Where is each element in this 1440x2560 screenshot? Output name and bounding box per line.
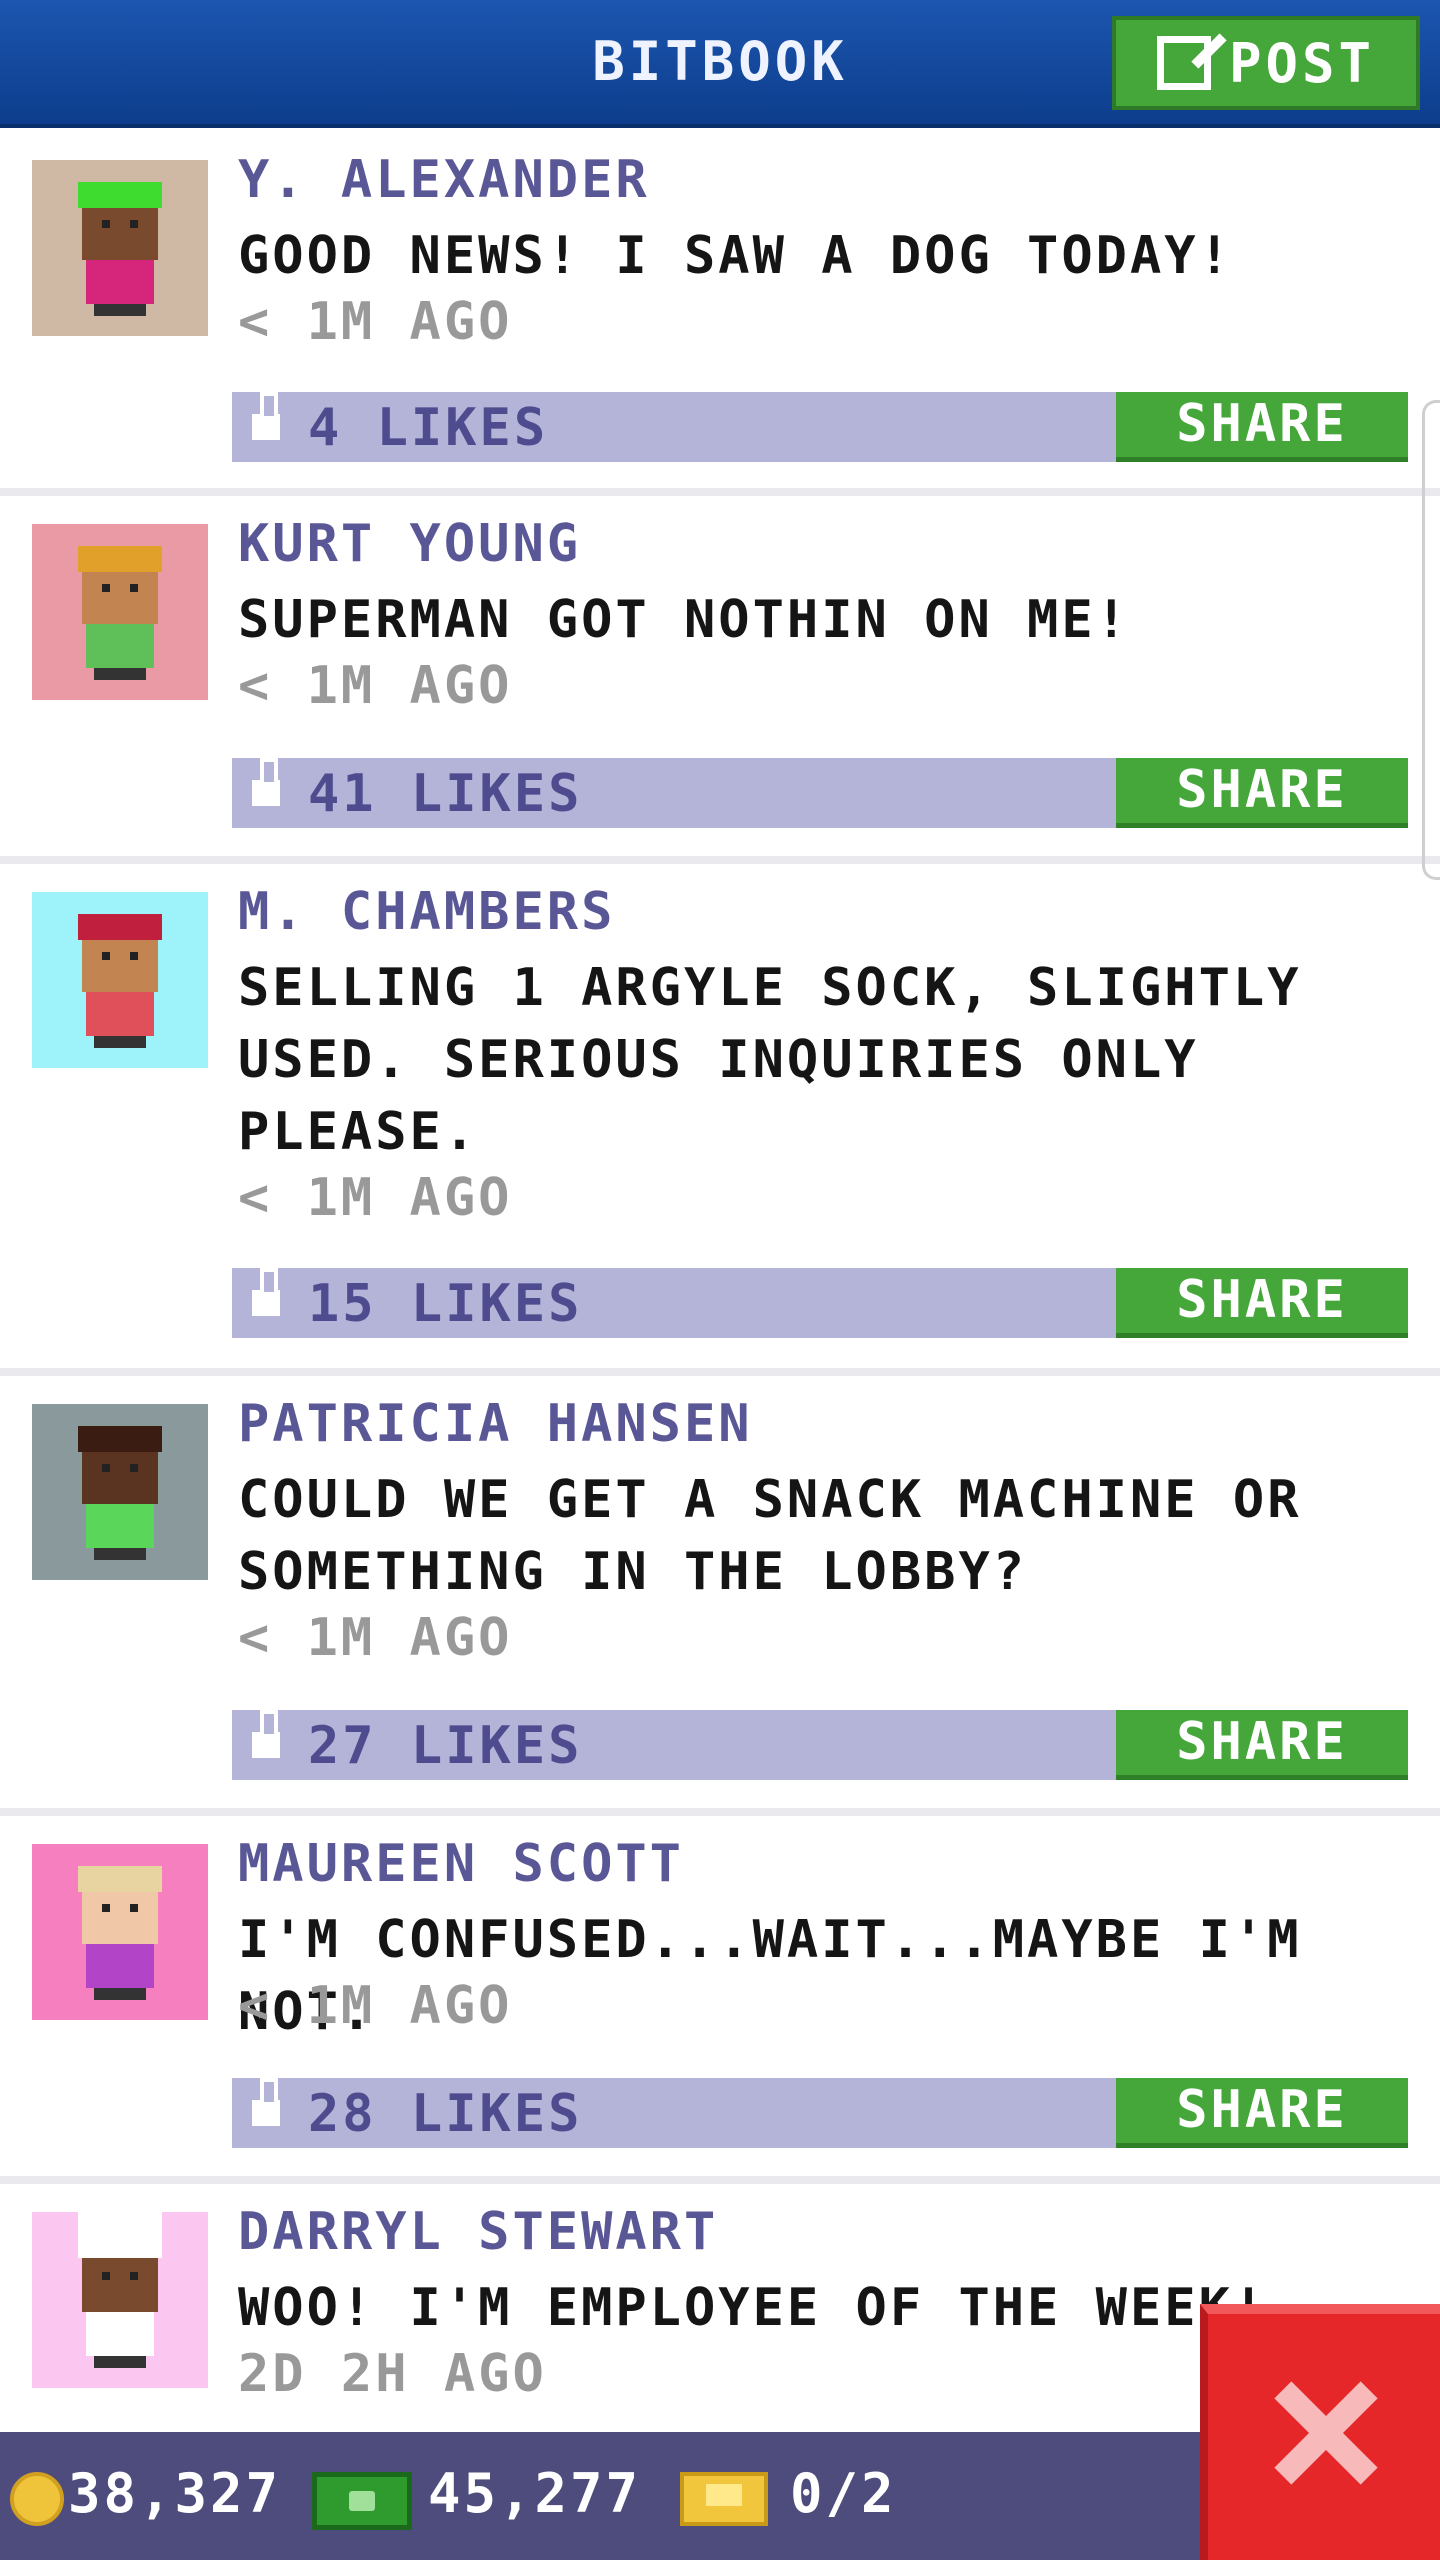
likes-bar[interactable]: 28 LIKES SHARE — [232, 2078, 1408, 2148]
avatar — [32, 2212, 208, 2388]
likes-bar[interactable]: 41 LIKES SHARE — [232, 758, 1408, 828]
likes-count: 41 LIKES — [308, 764, 583, 824]
tickets-count: 0/2 — [790, 2462, 897, 2525]
likes-bar[interactable]: 27 LIKES SHARE — [232, 1710, 1408, 1780]
post-time: < 1M AGO — [238, 656, 513, 716]
cash-count: 45,277 — [428, 2462, 642, 2525]
close-icon — [1270, 2378, 1380, 2488]
thumbs-up-icon — [252, 1268, 280, 1316]
share-button[interactable]: SHARE — [1116, 758, 1408, 828]
likes-count: 4 LIKES — [308, 398, 549, 458]
ticket-icon — [680, 2472, 768, 2526]
avatar — [32, 1404, 208, 1580]
post-button[interactable]: POST — [1112, 16, 1420, 110]
post-button-label: POST — [1228, 31, 1376, 95]
share-button[interactable]: SHARE — [1116, 2078, 1408, 2148]
post-message: WOO! I'M EMPLOYEE OF THE WEEK! — [238, 2278, 1268, 2338]
post-message: SUPERMAN GOT NOTHIN ON ME! — [238, 590, 1130, 650]
edit-icon — [1156, 36, 1211, 90]
feed-post: M. CHAMBERS SELLING 1 ARGYLE SOCK, SLIGH… — [0, 864, 1440, 1376]
feed-post: MAUREEN SCOTT I'M CONFUSED...WAIT...MAYB… — [0, 1816, 1440, 2184]
top-bar: BITBOOK POST — [0, 0, 1440, 128]
share-button[interactable]: SHARE — [1116, 392, 1408, 462]
likes-bar[interactable]: 4 LIKES SHARE — [232, 392, 1408, 462]
thumbs-up-icon — [252, 2078, 280, 2126]
post-author[interactable]: PATRICIA HANSEN — [238, 1394, 753, 1454]
post-time: 2D 2H AGO — [238, 2344, 547, 2404]
close-button[interactable] — [1200, 2304, 1440, 2560]
post-author[interactable]: M. CHAMBERS — [238, 882, 615, 942]
post-message: GOOD NEWS! I SAW A DOG TODAY! — [238, 226, 1233, 286]
avatar — [32, 892, 208, 1068]
feed-post: Y. ALEXANDER GOOD NEWS! I SAW A DOG TODA… — [0, 132, 1440, 496]
share-button[interactable]: SHARE — [1116, 1710, 1408, 1780]
post-time: < 1M AGO — [238, 1608, 513, 1668]
likes-count: 15 LIKES — [308, 1274, 583, 1334]
share-button[interactable]: SHARE — [1116, 1268, 1408, 1338]
post-author[interactable]: DARRYL STEWART — [238, 2202, 718, 2262]
post-message: COULD WE GET A SNACK MACHINE OR SOMETHIN… — [238, 1470, 1302, 1602]
scroll-indicator[interactable] — [1422, 400, 1440, 880]
likes-bar[interactable]: 15 LIKES SHARE — [232, 1268, 1408, 1338]
post-author[interactable]: KURT YOUNG — [238, 514, 581, 574]
likes-count: 28 LIKES — [308, 2084, 583, 2144]
post-author[interactable]: MAUREEN SCOTT — [238, 1834, 684, 1894]
thumbs-up-icon — [252, 758, 280, 806]
likes-count: 27 LIKES — [308, 1716, 583, 1776]
post-message: SELLING 1 ARGYLE SOCK, SLIGHTLY USED. SE… — [238, 958, 1302, 1162]
coins-count: 38,327 — [68, 2462, 282, 2525]
feed-post: KURT YOUNG SUPERMAN GOT NOTHIN ON ME! < … — [0, 496, 1440, 864]
thumbs-up-icon — [252, 1710, 280, 1758]
avatar — [32, 160, 208, 336]
post-time: < 1M AGO — [238, 1168, 513, 1228]
coin-icon — [10, 2472, 64, 2526]
thumbs-up-icon — [252, 392, 280, 440]
cash-icon — [312, 2472, 412, 2530]
post-time: < 1M AGO — [238, 292, 513, 352]
feed-post: PATRICIA HANSEN COULD WE GET A SNACK MAC… — [0, 1376, 1440, 1816]
avatar — [32, 524, 208, 700]
post-time: < 1M AGO — [238, 1976, 513, 2036]
avatar — [32, 1844, 208, 2020]
post-author[interactable]: Y. ALEXANDER — [238, 150, 650, 210]
